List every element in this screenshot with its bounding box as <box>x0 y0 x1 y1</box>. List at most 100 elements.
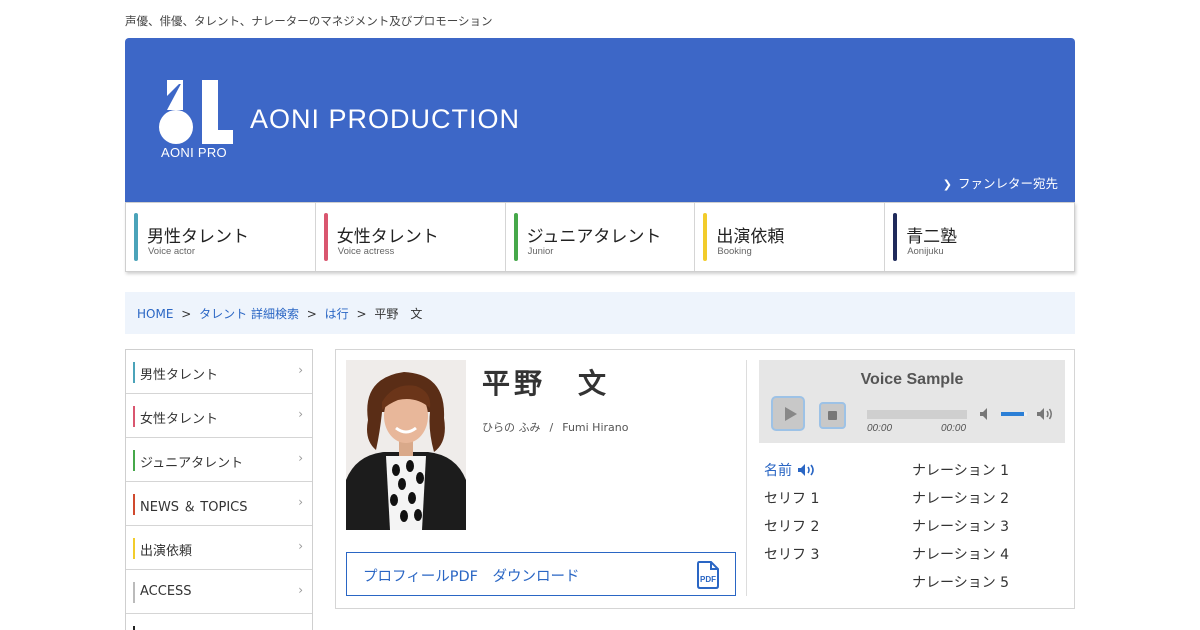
fanletter-label: ファンレター宛先 <box>957 176 1058 191</box>
track-item[interactable]: 名前 <box>764 460 819 488</box>
side-item-label: 男性タレント <box>140 368 219 383</box>
breadcrumb: HOME > タレント 詳細検索 > は行 > 平野 文 <box>125 292 1075 334</box>
side-item-booking[interactable]: 出演依頼 › <box>126 526 312 570</box>
track-item[interactable]: ナレーション 3 <box>912 516 1009 544</box>
side-color-bar <box>133 362 135 383</box>
reading-kana: ひらの ふみ <box>482 421 541 434</box>
gnav-female-talent[interactable]: 女性タレント Voice actress <box>316 203 506 271</box>
chevron-right-icon: › <box>298 583 303 597</box>
side-color-bar <box>133 538 135 559</box>
chevron-right-icon: › <box>298 451 303 465</box>
track-label: 名前 <box>764 463 792 479</box>
mute-icon[interactable] <box>978 406 994 422</box>
time-duration: 00:00 <box>941 423 967 434</box>
side-color-bar <box>133 582 135 603</box>
gnav-title: 出演依頼 <box>716 227 785 247</box>
breadcrumb-row[interactable]: は行 <box>325 307 349 321</box>
track-item[interactable]: ナレーション 2 <box>912 488 1009 516</box>
side-color-bar <box>133 626 135 630</box>
gnav-male-talent[interactable]: 男性タレント Voice actor <box>126 203 316 271</box>
talent-name: 平野 文 <box>482 367 611 400</box>
gnav-subtitle: Voice actress <box>337 246 395 257</box>
gnav-color-bar <box>134 213 138 261</box>
gnav-junior-talent[interactable]: ジュニアタレント Junior <box>506 203 696 271</box>
gnav-title: 青二塾 <box>906 227 958 247</box>
profile-pdf-download-button[interactable]: プロフィールPDF ダウンロード PDF <box>346 552 736 596</box>
chevron-right-icon: › <box>298 407 303 421</box>
vertical-divider <box>746 360 747 596</box>
track-label: セリフ 3 <box>764 547 820 563</box>
track-item[interactable]: ナレーション 4 <box>912 544 1009 572</box>
side-item-cutoff[interactable] <box>126 614 312 630</box>
svg-text:PDF: PDF <box>700 575 716 584</box>
chevron-right-icon: › <box>298 495 303 509</box>
side-item-label: 女性タレント <box>140 412 219 427</box>
site-tagline: 声優、俳優、タレント、ナレーターのマネジメント及びプロモーション <box>125 14 493 28</box>
chevron-right-icon: › <box>298 539 303 553</box>
side-item-male-talent[interactable]: 男性タレント › <box>126 350 312 394</box>
play-icon <box>785 407 797 421</box>
volume-level <box>1001 412 1025 416</box>
gnav-subtitle: Booking <box>717 246 752 257</box>
chevron-right-icon: ❯ <box>942 178 952 191</box>
volume-max-icon[interactable] <box>1035 406 1055 422</box>
track-item[interactable]: セリフ 2 <box>764 516 819 544</box>
speaker-icon <box>798 464 814 476</box>
seek-bar[interactable] <box>867 410 967 419</box>
time-current: 00:00 <box>867 423 893 434</box>
breadcrumb-current: 平野 文 <box>374 307 423 321</box>
gnav-title: ジュニアタレント <box>526 227 662 247</box>
track-label: セリフ 1 <box>764 491 820 507</box>
track-list-right: ナレーション 1 ナレーション 2 ナレーション 3 ナレーション 4 ナレーシ… <box>912 460 1009 600</box>
track-item[interactable]: セリフ 3 <box>764 544 819 572</box>
gnav-color-bar <box>893 213 898 261</box>
gnav-subtitle: Aonijuku <box>907 246 944 257</box>
breadcrumb-separator: > <box>181 307 192 321</box>
side-item-label: NEWS ＆ TOPICS <box>140 500 248 515</box>
gnav-title: 女性タレント <box>336 227 439 247</box>
gnav-subtitle: Voice actor <box>148 246 195 257</box>
breadcrumb-separator: > <box>356 307 367 321</box>
pdf-download-label: プロフィールPDF ダウンロード <box>363 569 580 585</box>
talent-profile-card: 平野 文 ひらの ふみ / Fumi Hirano プロフィールPDF ダウンロード… <box>335 349 1075 609</box>
track-item[interactable]: ナレーション 1 <box>912 460 1009 488</box>
side-item-label: ACCESS <box>140 584 192 599</box>
voice-sample-player: Voice Sample 00:00 00:00 <box>759 360 1065 443</box>
gnav-color-bar <box>513 213 518 261</box>
gnav-color-bar <box>323 213 328 261</box>
side-item-label: 出演依頼 <box>140 544 193 559</box>
pdf-file-icon: PDF <box>697 561 719 589</box>
side-item-news[interactable]: NEWS ＆ TOPICS › <box>126 482 312 526</box>
volume-bar[interactable] <box>1001 412 1027 416</box>
site-header: AONI PRO AONI PRODUCTION ❯ ファンレター宛先 <box>125 38 1075 202</box>
track-item[interactable]: セリフ 1 <box>764 488 819 516</box>
reading-separator: / <box>549 421 554 434</box>
side-item-label: ジュニアタレント <box>140 456 244 471</box>
breadcrumb-home[interactable]: HOME <box>137 307 173 321</box>
talent-reading: ひらの ふみ / Fumi Hirano <box>482 419 628 435</box>
side-item-access[interactable]: ACCESS › <box>126 570 312 614</box>
gnav-title: 男性タレント <box>147 227 249 247</box>
track-list-left: 名前 セリフ 1 セリフ 2 セリフ 3 <box>764 460 819 572</box>
logo-wordmark: AONI PRO <box>161 145 227 160</box>
side-item-female-talent[interactable]: 女性タレント › <box>126 394 312 438</box>
fanletter-link[interactable]: ❯ ファンレター宛先 <box>943 173 1058 192</box>
track-label: ナレーション 4 <box>912 547 1010 563</box>
side-color-bar <box>133 406 135 427</box>
stop-button[interactable] <box>819 402 846 429</box>
breadcrumb-separator: > <box>306 307 317 321</box>
track-item[interactable]: ナレーション 5 <box>912 572 1009 600</box>
brand-name[interactable]: AONI PRODUCTION <box>250 104 520 135</box>
breadcrumb-search[interactable]: タレント 詳細検索 <box>199 307 299 321</box>
player-title: Voice Sample <box>860 371 964 388</box>
side-item-junior-talent[interactable]: ジュニアタレント › <box>126 438 312 482</box>
global-nav: 男性タレント Voice actor 女性タレント Voice actress … <box>125 202 1075 272</box>
talent-photo <box>346 360 466 530</box>
gnav-booking[interactable]: 出演依頼 Booking <box>695 203 886 271</box>
track-label: ナレーション 5 <box>912 575 1010 591</box>
gnav-aonijuku[interactable]: 青二塾 Aonijuku <box>885 203 1074 271</box>
play-button[interactable] <box>771 396 805 431</box>
track-label: セリフ 2 <box>764 519 820 535</box>
track-label: ナレーション 2 <box>912 491 1010 507</box>
chevron-right-icon: › <box>298 363 303 377</box>
